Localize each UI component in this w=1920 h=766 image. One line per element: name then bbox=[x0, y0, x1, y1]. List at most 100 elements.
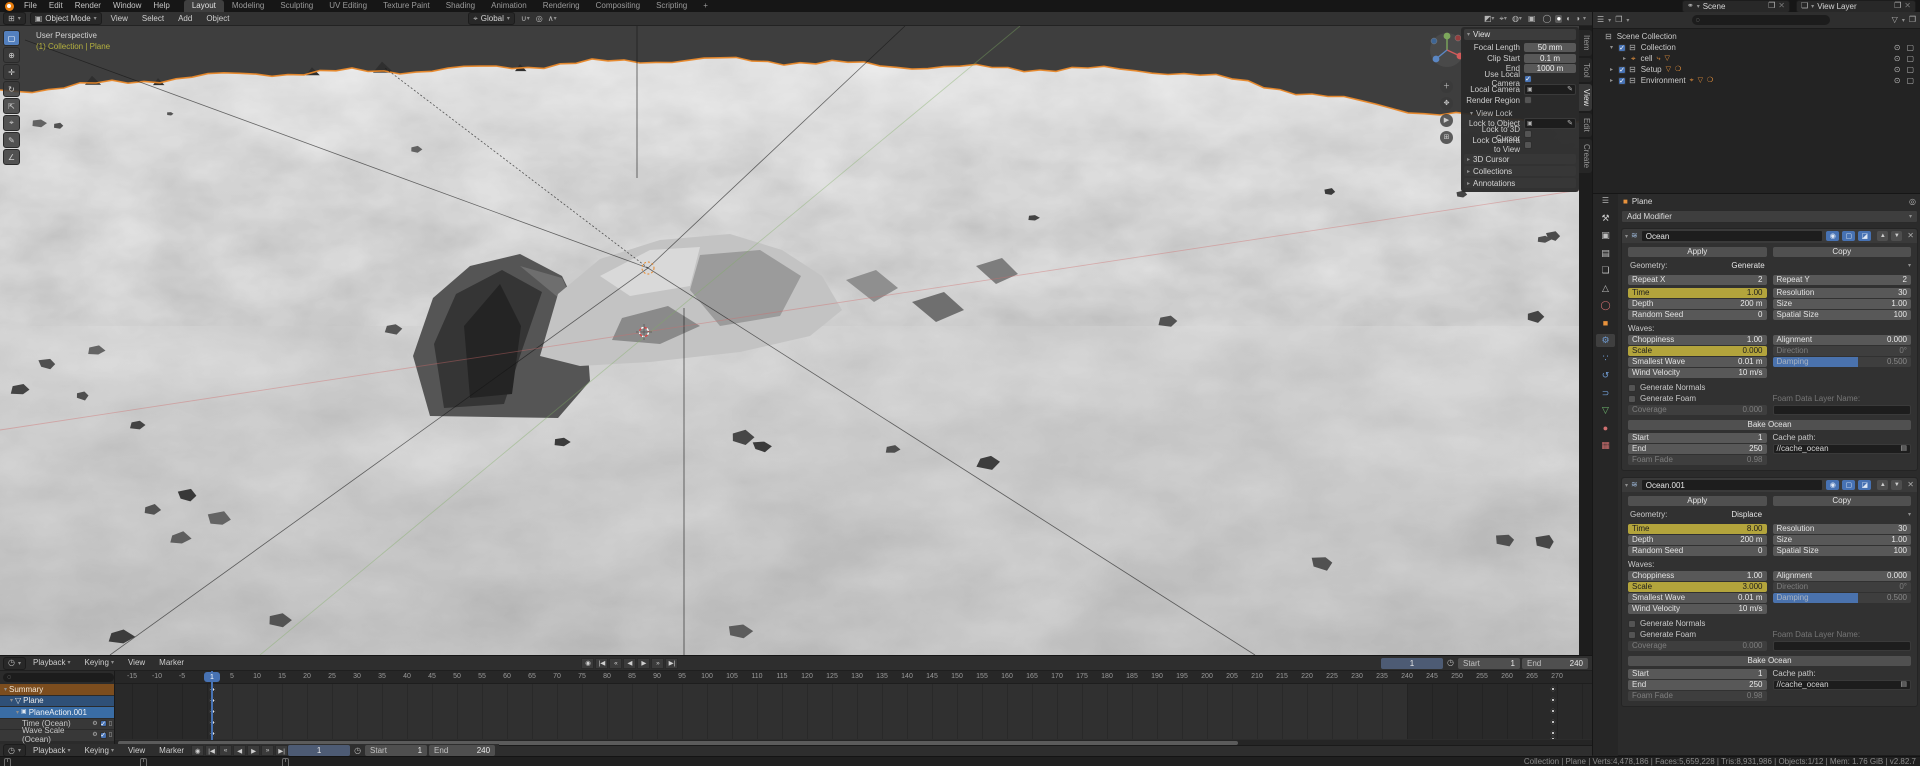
direction-slider[interactable]: Direction0° bbox=[1773, 346, 1912, 356]
current-frame-field[interactable]: 1 bbox=[1381, 658, 1443, 669]
random-seed-slider[interactable]: Random Seed0 bbox=[1628, 310, 1767, 320]
tool-move[interactable]: ✛ bbox=[3, 64, 20, 80]
choppiness-slider[interactable]: Choppiness1.00 bbox=[1628, 335, 1767, 345]
choppiness-slider[interactable]: Choppiness1.00 bbox=[1628, 571, 1767, 581]
damping-slider[interactable]: Damping0.500 bbox=[1773, 357, 1912, 367]
viewport-menu-view[interactable]: View bbox=[104, 12, 135, 26]
expand-icon[interactable]: ▸ bbox=[1623, 55, 1629, 62]
next-keyframe-button[interactable]: » bbox=[651, 658, 664, 669]
modifier-header[interactable]: ▾≋Ocean◉▢◪▲▼✕ bbox=[1622, 229, 1917, 243]
apply-button[interactable]: Apply bbox=[1628, 247, 1767, 257]
next-keyframe-button[interactable]: » bbox=[261, 745, 274, 756]
render-region-checkbox[interactable] bbox=[1524, 96, 1532, 104]
tool-select-box[interactable]: ▢ bbox=[3, 30, 20, 46]
alignment-slider[interactable]: Alignment0.000 bbox=[1773, 335, 1912, 345]
chevron-down-icon[interactable]: ▾ bbox=[554, 15, 557, 22]
lock-to-object-field[interactable]: ▣✎ bbox=[1524, 118, 1576, 129]
breadcrumb-object-name[interactable]: Plane bbox=[1632, 197, 1652, 206]
shading-material-icon[interactable]: ◐ bbox=[1566, 15, 1571, 23]
jump-to-end-button[interactable]: ▶| bbox=[665, 658, 678, 669]
time-slider[interactable]: Time1.00 bbox=[1628, 288, 1767, 298]
keyframe-grid[interactable] bbox=[115, 684, 1592, 739]
frame-start-field[interactable]: Start1 bbox=[1458, 658, 1520, 669]
workspace-tab-animation[interactable]: Animation bbox=[483, 0, 535, 12]
foam-fade-slider[interactable]: Foam Fade0.98 bbox=[1628, 691, 1767, 701]
play-reverse-button[interactable]: ◀ bbox=[233, 745, 246, 756]
damping-slider[interactable]: Damping0.500 bbox=[1773, 593, 1912, 603]
geometry-dropdown[interactable]: Geometry:Displace▾ bbox=[1628, 510, 1911, 520]
time-slider[interactable]: Time8.00 bbox=[1628, 524, 1767, 534]
use-preview-range-icon[interactable]: ◷ bbox=[1447, 659, 1454, 667]
use-local-camera-checkbox[interactable]: ✓ bbox=[1524, 75, 1532, 83]
close-icon[interactable]: ✕ bbox=[1907, 232, 1914, 240]
depth-slider[interactable]: Depth200 m bbox=[1628, 535, 1767, 545]
transform-orientation[interactable]: ⌖ Global ▾ bbox=[468, 12, 515, 25]
properties-tab-modifiers[interactable]: ⚙ bbox=[1596, 334, 1615, 347]
editor-type-button[interactable]: ◷▾ bbox=[3, 657, 26, 670]
foam-layer-name-input[interactable] bbox=[1773, 641, 1912, 651]
modifier-name-field[interactable]: Ocean.001 bbox=[1641, 479, 1824, 491]
workspace-tab-uv-editing[interactable]: UV Editing bbox=[321, 0, 375, 12]
pan-button[interactable]: ✥ bbox=[1440, 97, 1453, 110]
filter-icon[interactable]: ▽ bbox=[1892, 16, 1898, 24]
shading-solid-icon[interactable]: ● bbox=[1555, 15, 1562, 23]
remove-view-layer-icon[interactable]: ✕ bbox=[1904, 2, 1911, 10]
toggle-realtime-icon[interactable]: ▢ bbox=[1842, 231, 1855, 241]
repeat-x-slider[interactable]: Repeat X2 bbox=[1628, 275, 1767, 285]
menu-render[interactable]: Render bbox=[69, 0, 107, 12]
expand-icon[interactable]: ▾ bbox=[1625, 233, 1628, 240]
n-panel-tab-view[interactable]: View bbox=[1579, 84, 1592, 111]
n-panel-tab-tool[interactable]: Tool bbox=[1579, 58, 1592, 83]
wind-velocity-slider[interactable]: Wind Velocity10 m/s bbox=[1628, 368, 1767, 378]
properties-tab-output[interactable]: ▤ bbox=[1596, 247, 1615, 260]
expand-icon[interactable]: ▾ bbox=[10, 697, 13, 704]
new-collection-icon[interactable]: ❐ bbox=[1909, 16, 1916, 24]
smallest-wave-slider[interactable]: Smallest Wave0.01 m bbox=[1628, 593, 1767, 603]
repeat-y-slider[interactable]: Repeat Y2 bbox=[1773, 275, 1912, 285]
tool-rotate[interactable]: ↻ bbox=[3, 81, 20, 97]
chevron-down-icon[interactable]: ▾ bbox=[527, 15, 530, 22]
local-camera-field[interactable]: ▣✎ bbox=[1524, 84, 1576, 95]
current-frame-line[interactable] bbox=[211, 671, 213, 746]
disable-viewport-icon[interactable]: ▢ bbox=[1906, 44, 1914, 52]
collection-checkbox[interactable]: ✓ bbox=[1618, 66, 1626, 74]
timeline-ruler[interactable]: -15-10-551015202530354045505560657075808… bbox=[115, 671, 1592, 684]
mode-selector[interactable]: ▣ Object Mode ▾ bbox=[30, 12, 102, 25]
outliner-editor-icon[interactable]: ☰ bbox=[1597, 16, 1604, 24]
menu-help[interactable]: Help bbox=[147, 0, 175, 12]
toggle-render-icon[interactable]: ◉ bbox=[1826, 231, 1839, 241]
hide-eye-icon[interactable]: ⊙ bbox=[1894, 55, 1901, 63]
workspace-tab-shading[interactable]: Shading bbox=[438, 0, 483, 12]
bake-ocean-button[interactable]: Bake Ocean bbox=[1628, 420, 1911, 430]
start-slider[interactable]: Start1 bbox=[1628, 669, 1767, 679]
menu-window[interactable]: Window bbox=[107, 0, 147, 12]
dope-sheet-menu-playback[interactable]: Playback▾ bbox=[26, 656, 77, 670]
coverage-slider[interactable]: Coverage0.000 bbox=[1628, 405, 1767, 415]
focal-length-field[interactable]: 50 mm bbox=[1524, 43, 1576, 52]
eyedropper-icon[interactable]: ✎ bbox=[1567, 120, 1573, 127]
properties-tab-world[interactable]: ◯ bbox=[1596, 299, 1615, 312]
add-workspace-button[interactable]: + bbox=[695, 0, 716, 12]
tool-annotate[interactable]: ✎ bbox=[3, 132, 20, 148]
perspective-toggle-button[interactable]: ⊞ bbox=[1440, 131, 1453, 144]
expand-icon[interactable]: ▸ bbox=[1610, 77, 1616, 84]
coverage-slider[interactable]: Coverage0.000 bbox=[1628, 641, 1767, 651]
scale-slider[interactable]: Scale3.000 bbox=[1628, 582, 1767, 592]
viewport-canvas[interactable]: User Perspective (1) Collection | Plane … bbox=[0, 26, 1592, 655]
play-button[interactable]: ▶ bbox=[637, 658, 650, 669]
folder-icon[interactable]: ▤ bbox=[1900, 445, 1907, 452]
workspace-tab-rendering[interactable]: Rendering bbox=[535, 0, 588, 12]
collection-checkbox[interactable]: ✓ bbox=[1618, 44, 1626, 52]
spatial-size-slider[interactable]: Spatial Size100 bbox=[1773, 546, 1912, 556]
spatial-size-slider[interactable]: Spatial Size100 bbox=[1773, 310, 1912, 320]
workspace-tab-compositing[interactable]: Compositing bbox=[588, 0, 648, 12]
display-mode-icon[interactable]: ❐ bbox=[1615, 16, 1622, 24]
copy-button[interactable]: Copy bbox=[1773, 496, 1912, 506]
keyframe-diamond[interactable] bbox=[1550, 719, 1556, 725]
workspace-tab-modeling[interactable]: Modeling bbox=[224, 0, 272, 12]
fmodifier-icon[interactable]: ⚙ bbox=[92, 721, 97, 727]
record-button[interactable]: ◉ bbox=[581, 658, 594, 669]
generate-normals-checkbox[interactable] bbox=[1628, 620, 1636, 628]
dope-sheet-menu-keying[interactable]: Keying▾ bbox=[77, 656, 120, 670]
properties-tab-texture[interactable]: ▦ bbox=[1596, 439, 1615, 452]
